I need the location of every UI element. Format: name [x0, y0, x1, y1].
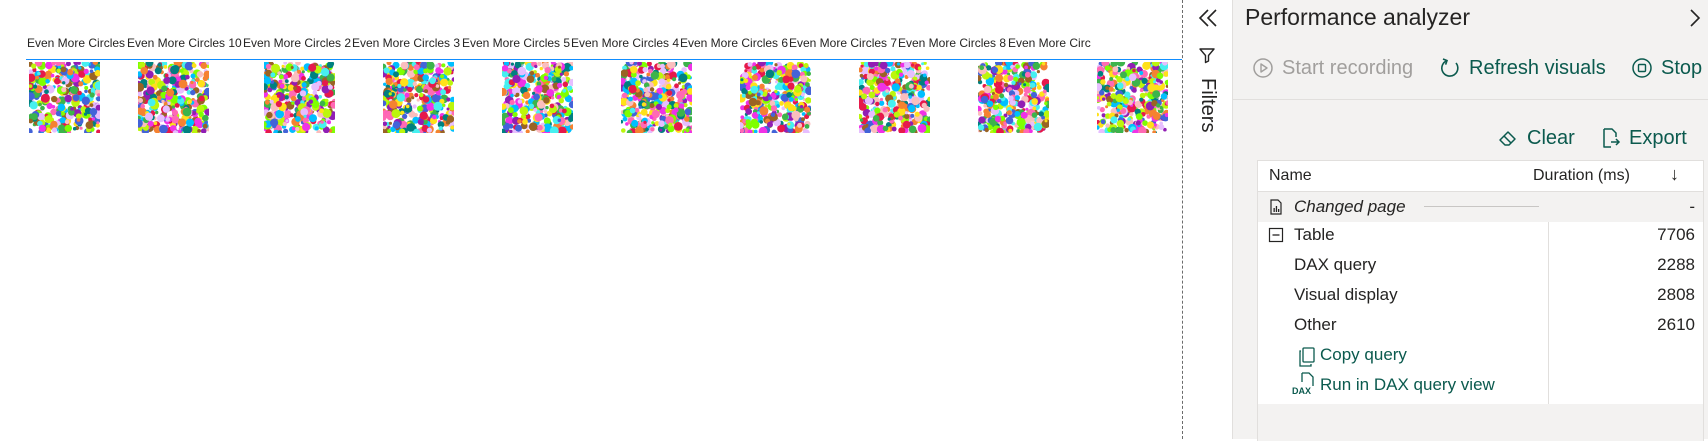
circles-image [740, 62, 811, 133]
copy-icon [1299, 347, 1315, 367]
circles-image [29, 62, 100, 133]
circles-image [138, 62, 209, 133]
collapse-minus-icon[interactable] [1268, 227, 1284, 243]
clear-label: Clear [1527, 126, 1575, 149]
circles-image [978, 62, 1049, 133]
clear-button[interactable]: Clear [1497, 118, 1575, 158]
table-row[interactable]: Visual display 2808 [1258, 280, 1703, 310]
table-row[interactable]: Changed page - [1258, 192, 1703, 222]
column-header[interactable]: Even More Circ [1008, 36, 1091, 50]
double-chevron-left-icon[interactable] [1195, 6, 1221, 30]
copy-query-row: Copy query [1258, 340, 1703, 370]
play-circle-icon [1253, 58, 1273, 78]
svg-text:DAX: DAX [1292, 386, 1311, 396]
table-header: Name Duration (ms) ↓ [1258, 161, 1703, 192]
row-name: Other [1294, 315, 1337, 334]
table-row[interactable]: Other 2610 [1258, 310, 1703, 340]
performance-analyzer-pane: Performance analyzer Start recording Ref… [1233, 0, 1708, 441]
circles-image [264, 62, 335, 133]
column-header[interactable]: Even More Circles 2 [243, 36, 351, 50]
refresh-visuals-button[interactable]: Refresh visuals [1439, 48, 1606, 88]
report-canvas: Even More Circles Even More Circles 10 E… [0, 0, 1182, 439]
column-header[interactable]: Even More Circles 10 [127, 36, 242, 50]
eraser-icon [1499, 131, 1516, 146]
row-duration: - [1689, 197, 1695, 216]
copy-query-link[interactable]: Copy query [1320, 345, 1407, 365]
filters-pane: Filters [1183, 0, 1233, 439]
table-header-row: Even More Circles Even More Circles 10 E… [26, 36, 1182, 60]
row-leader-line [1424, 206, 1539, 207]
duration-column-header[interactable]: Duration (ms) [1533, 167, 1630, 185]
export-button[interactable]: Export [1599, 118, 1687, 158]
row-name: Table [1294, 225, 1335, 244]
circles-image [621, 62, 692, 133]
stop-label: Stop [1661, 56, 1703, 79]
name-column-header[interactable]: Name [1269, 167, 1312, 185]
column-header[interactable]: Even More Circles 8 [898, 36, 1006, 50]
start-recording-label: Start recording [1282, 56, 1414, 79]
row-duration: 7706 [1657, 225, 1695, 244]
export-label: Export [1629, 126, 1687, 149]
actions-bar: Clear Export [1233, 118, 1708, 158]
run-dax-row: DAX Run in DAX query view [1258, 370, 1703, 400]
report-page-icon [1270, 199, 1282, 215]
row-name: DAX query [1294, 255, 1377, 274]
table-row[interactable]: Table 7706 [1258, 220, 1703, 250]
row-duration: 2288 [1657, 255, 1695, 274]
recording-toolbar: Start recording Refresh visuals Stop [1233, 48, 1708, 88]
refresh-icon [1441, 58, 1459, 77]
stop-button[interactable]: Stop [1631, 48, 1702, 88]
refresh-visuals-label: Refresh visuals [1469, 56, 1606, 79]
chevron-right-icon[interactable] [1685, 6, 1708, 30]
start-recording-button[interactable]: Start recording [1252, 48, 1413, 88]
run-in-dax-query-view-link[interactable]: Run in DAX query view [1320, 375, 1495, 395]
filters-label[interactable]: Filters [1195, 78, 1219, 148]
header-underline [26, 59, 1182, 60]
table-row[interactable]: DAX query 2288 [1258, 250, 1703, 280]
table-empty-area [1258, 404, 1703, 441]
sort-descending-icon: ↓ [1670, 164, 1679, 184]
pane-title: Performance analyzer [1245, 4, 1470, 30]
row-duration: 2808 [1657, 285, 1695, 304]
column-header[interactable]: Even More Circles [27, 36, 125, 50]
column-header[interactable]: Even More Circles 6 [680, 36, 788, 50]
stop-circle-icon [1632, 58, 1652, 78]
circles-image [502, 62, 573, 133]
dax-file-icon: DAX [1292, 372, 1314, 396]
performance-table: Name Duration (ms) ↓ Changed page - Tabl… [1257, 160, 1704, 441]
export-file-icon [1603, 128, 1621, 148]
row-name: Changed page [1294, 197, 1406, 216]
row-name: Visual display [1294, 285, 1398, 304]
column-header[interactable]: Even More Circles 7 [789, 36, 897, 50]
funnel-icon [1199, 48, 1215, 64]
column-header[interactable]: Even More Circles 4 [571, 36, 679, 50]
toolbar-divider [1233, 99, 1708, 100]
circles-image [383, 62, 454, 133]
circles-image [859, 62, 930, 133]
circles-image [1097, 62, 1168, 133]
row-duration: 2610 [1657, 315, 1695, 334]
column-header[interactable]: Even More Circles 5 [462, 36, 570, 50]
column-header[interactable]: Even More Circles 3 [352, 36, 460, 50]
